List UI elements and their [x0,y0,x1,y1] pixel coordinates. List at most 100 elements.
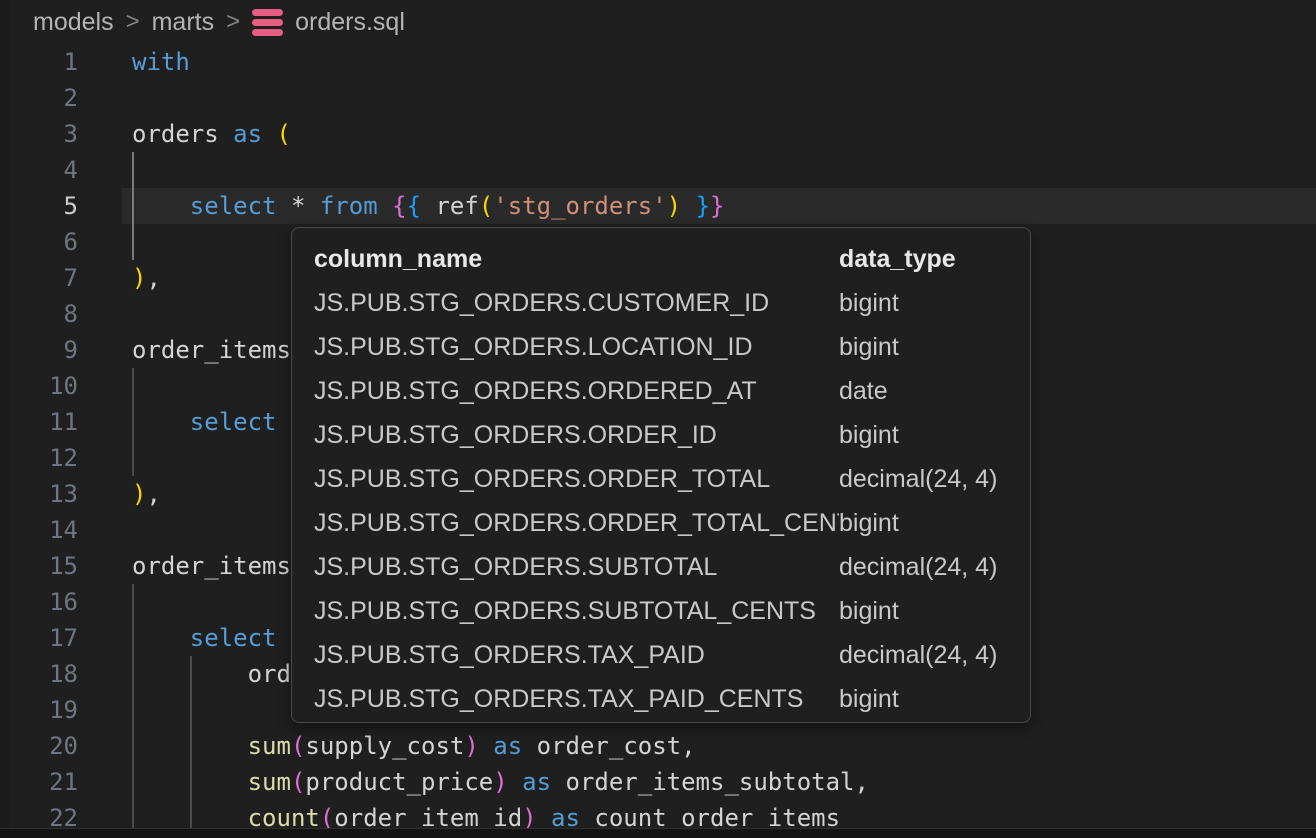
line-number[interactable]: 9 [0,332,78,368]
code-token: } [696,192,710,220]
code-token: * [277,192,320,220]
column-row: JS.PUB.STG_ORDERS.ORDER_TOTALdecimal(24,… [292,457,1030,501]
code-token [262,120,276,148]
code-text: ), [132,260,161,296]
code-token: order_items [132,552,291,580]
column-name-cell: JS.PUB.STG_ORDERS.ORDER_ID [314,413,839,457]
data-type-cell: date [839,369,1008,413]
code-text: select [132,620,277,656]
editor-left-edge [0,0,9,838]
indent-guide [132,152,134,188]
code-text: ord [132,656,291,692]
data-type-cell: decimal(24, 4) [839,457,1008,501]
data-type-cell: bigint [839,501,1008,545]
line-number[interactable]: 7 [0,260,78,296]
data-type-cell: bigint [839,413,1008,457]
column-row: JS.PUB.STG_ORDERS.SUBTOTAL_CENTSbigint [292,589,1030,633]
code-text: with [132,44,190,80]
line-number[interactable]: 16 [0,584,78,620]
column-info-popup: column_name data_type JS.PUB.STG_ORDERS.… [291,227,1031,723]
code-token: as [233,120,262,148]
popup-header-row: column_name data_type [292,237,1030,281]
code-token [132,768,248,796]
code-token: order_cost, [522,732,695,760]
line-number[interactable]: 10 [0,368,78,404]
code-token: select [190,192,277,220]
indent-guide [132,584,134,620]
code-token: { [407,192,421,220]
code-text: sum(supply_cost) as order_cost, [132,728,696,764]
breadcrumb-item-models[interactable]: models [33,8,114,37]
line-number[interactable]: 3 [0,116,78,152]
code-text: orders as ( [132,116,291,152]
code-token: { [392,192,406,220]
code-line[interactable]: 20 sum(supply_cost) as order_cost, [0,728,1316,764]
line-number[interactable]: 18 [0,656,78,692]
code-token: select [190,624,277,652]
code-token: orders [132,120,233,148]
code-text: sum(product_price) as order_items_subtot… [132,764,869,800]
column-name-cell: JS.PUB.STG_ORDERS.LOCATION_ID [314,325,839,369]
column-row: JS.PUB.STG_ORDERS.CUSTOMER_IDbigint [292,281,1030,325]
code-token: } [710,192,724,220]
code-line[interactable]: 1 with [0,44,1316,80]
popup-header-data-type: data_type [839,237,1008,281]
line-number[interactable]: 15 [0,548,78,584]
line-number[interactable]: 14 [0,512,78,548]
code-token: ( [291,768,305,796]
column-name-cell: JS.PUB.STG_ORDERS.SUBTOTAL_CENTS [314,589,839,633]
column-name-cell: JS.PUB.STG_ORDERS.ORDER_TOTAL_CENTS [314,501,839,545]
code-token: sum [248,732,291,760]
column-row: JS.PUB.STG_ORDERS.ORDER_IDbigint [292,413,1030,457]
breadcrumb-item-file[interactable]: orders.sql [295,8,405,37]
line-number[interactable]: 4 [0,152,78,188]
line-number[interactable]: 13 [0,476,78,512]
data-type-cell: bigint [839,677,1008,721]
code-token: ( [291,732,305,760]
database-icon [252,9,283,36]
code-token: ) [464,732,478,760]
column-name-cell: JS.PUB.STG_ORDERS.TAX_PAID [314,633,839,677]
code-token [479,732,493,760]
code-token: ( [277,120,291,148]
code-token: ) [132,480,146,508]
column-name-cell: JS.PUB.STG_ORDERS.SUBTOTAL [314,545,839,589]
code-line[interactable]: 5 select * from {{ ref('stg_orders') }} [0,188,1316,224]
code-text: select * from {{ ref('stg_orders') }} [132,188,724,224]
line-number[interactable]: 11 [0,404,78,440]
code-token: from [320,192,378,220]
code-text: ), [132,476,161,512]
code-line[interactable]: 21 sum(product_price) as order_items_sub… [0,764,1316,800]
data-type-cell: bigint [839,325,1008,369]
line-number[interactable]: 1 [0,44,78,80]
code-token: ) [493,768,507,796]
code-line[interactable]: 3 orders as ( [0,116,1316,152]
code-line[interactable]: 2 [0,80,1316,116]
code-token: order_items [132,336,291,364]
code-token: sum [248,768,291,796]
code-token: ord [132,660,291,688]
chevron-right-icon: > [126,8,140,36]
code-token: ) [667,192,681,220]
line-number[interactable]: 6 [0,224,78,260]
code-text: order_items [132,548,291,584]
code-token: order_items_subtotal, [551,768,869,796]
code-token: as [493,732,522,760]
line-number[interactable]: 17 [0,620,78,656]
breadcrumb: models > marts > orders.sql [0,0,1316,44]
breadcrumb-item-marts[interactable]: marts [152,8,215,37]
line-number[interactable]: 19 [0,692,78,728]
column-row: JS.PUB.STG_ORDERS.LOCATION_IDbigint [292,325,1030,369]
chevron-right-icon: > [226,8,240,36]
code-token: , [146,264,160,292]
code-token [132,732,248,760]
line-number[interactable]: 5 [0,188,78,224]
line-number[interactable]: 12 [0,440,78,476]
line-number[interactable]: 21 [0,764,78,800]
column-row: JS.PUB.STG_ORDERS.TAX_PAIDdecimal(24, 4) [292,633,1030,677]
code-line[interactable]: 4 [0,152,1316,188]
line-number[interactable]: 20 [0,728,78,764]
line-number[interactable]: 8 [0,296,78,332]
line-number[interactable]: 2 [0,80,78,116]
code-token [132,192,190,220]
